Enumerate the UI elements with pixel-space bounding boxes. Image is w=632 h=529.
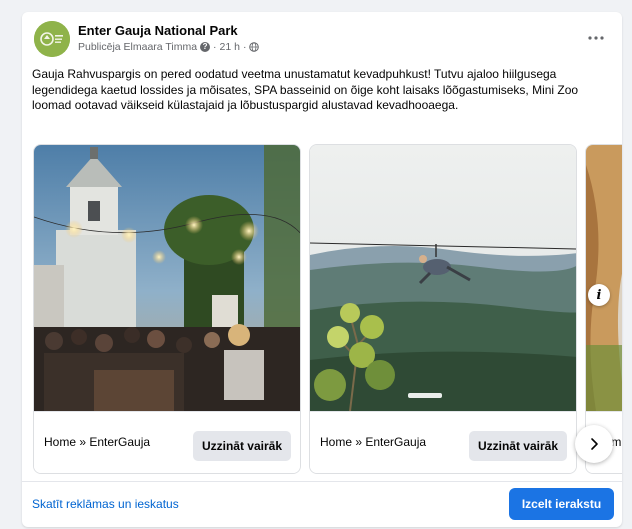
- page-logo-icon: [34, 21, 70, 57]
- question-icon[interactable]: ?: [200, 42, 211, 52]
- ad-post-card: Enter Gauja National Park Publicēja Elma…: [22, 12, 622, 527]
- footer-divider: [22, 481, 622, 482]
- info-icon[interactable]: i: [588, 284, 610, 306]
- learn-more-button[interactable]: Uzzināt vairāk: [192, 431, 291, 461]
- page-avatar[interactable]: [34, 21, 70, 57]
- carousel-image-partial[interactable]: [586, 145, 622, 411]
- carousel-image-zipline[interactable]: [310, 145, 576, 411]
- carousel-card-2[interactable]: Home » EnterGauja Uzzināt vairāk: [309, 144, 577, 474]
- post-meta: Publicēja Elmaara Timma ? · 21 h ·: [78, 41, 260, 53]
- post-header: Enter Gauja National Park Publicēja Elma…: [22, 12, 622, 64]
- learn-more-button[interactable]: Uzzināt vairāk: [468, 431, 567, 461]
- view-insights-link[interactable]: Skatīt reklāmas un ieskatus: [32, 497, 179, 511]
- carousel-card-footer: Home » EnterGauja Uzzināt vairāk: [34, 411, 300, 473]
- publisher-label: Publicēja Elmaara Timma: [78, 41, 198, 53]
- carousel-card-title[interactable]: Home » EnterGauja: [44, 435, 150, 449]
- page-name-link[interactable]: Enter Gauja National Park: [78, 23, 238, 38]
- post-time[interactable]: 21 h: [220, 41, 240, 53]
- post-body-text: Gauja Rahvuspargis on pered oodatud veet…: [32, 67, 579, 112]
- meta-separator: ·: [242, 41, 247, 53]
- carousel-card-title[interactable]: Home » EnterGauja: [320, 435, 426, 449]
- carousel-next-button[interactable]: [575, 425, 613, 463]
- carousel-card-footer: Home » EnterGauja Uzzināt vairāk: [310, 411, 576, 473]
- chevron-right-icon: [591, 438, 598, 450]
- carousel-image-event[interactable]: [34, 145, 300, 411]
- meta-separator: ·: [213, 41, 217, 53]
- carousel-card-1[interactable]: Home » EnterGauja Uzzināt vairāk: [33, 144, 301, 474]
- more-options-button[interactable]: [584, 28, 608, 48]
- globe-icon: [249, 42, 260, 52]
- boost-post-button[interactable]: Izcelt ierakstu: [509, 488, 614, 520]
- more-horizontal-icon: [588, 36, 604, 40]
- ad-carousel[interactable]: Home » EnterGauja Uzzināt vairāk Home » …: [22, 144, 622, 481]
